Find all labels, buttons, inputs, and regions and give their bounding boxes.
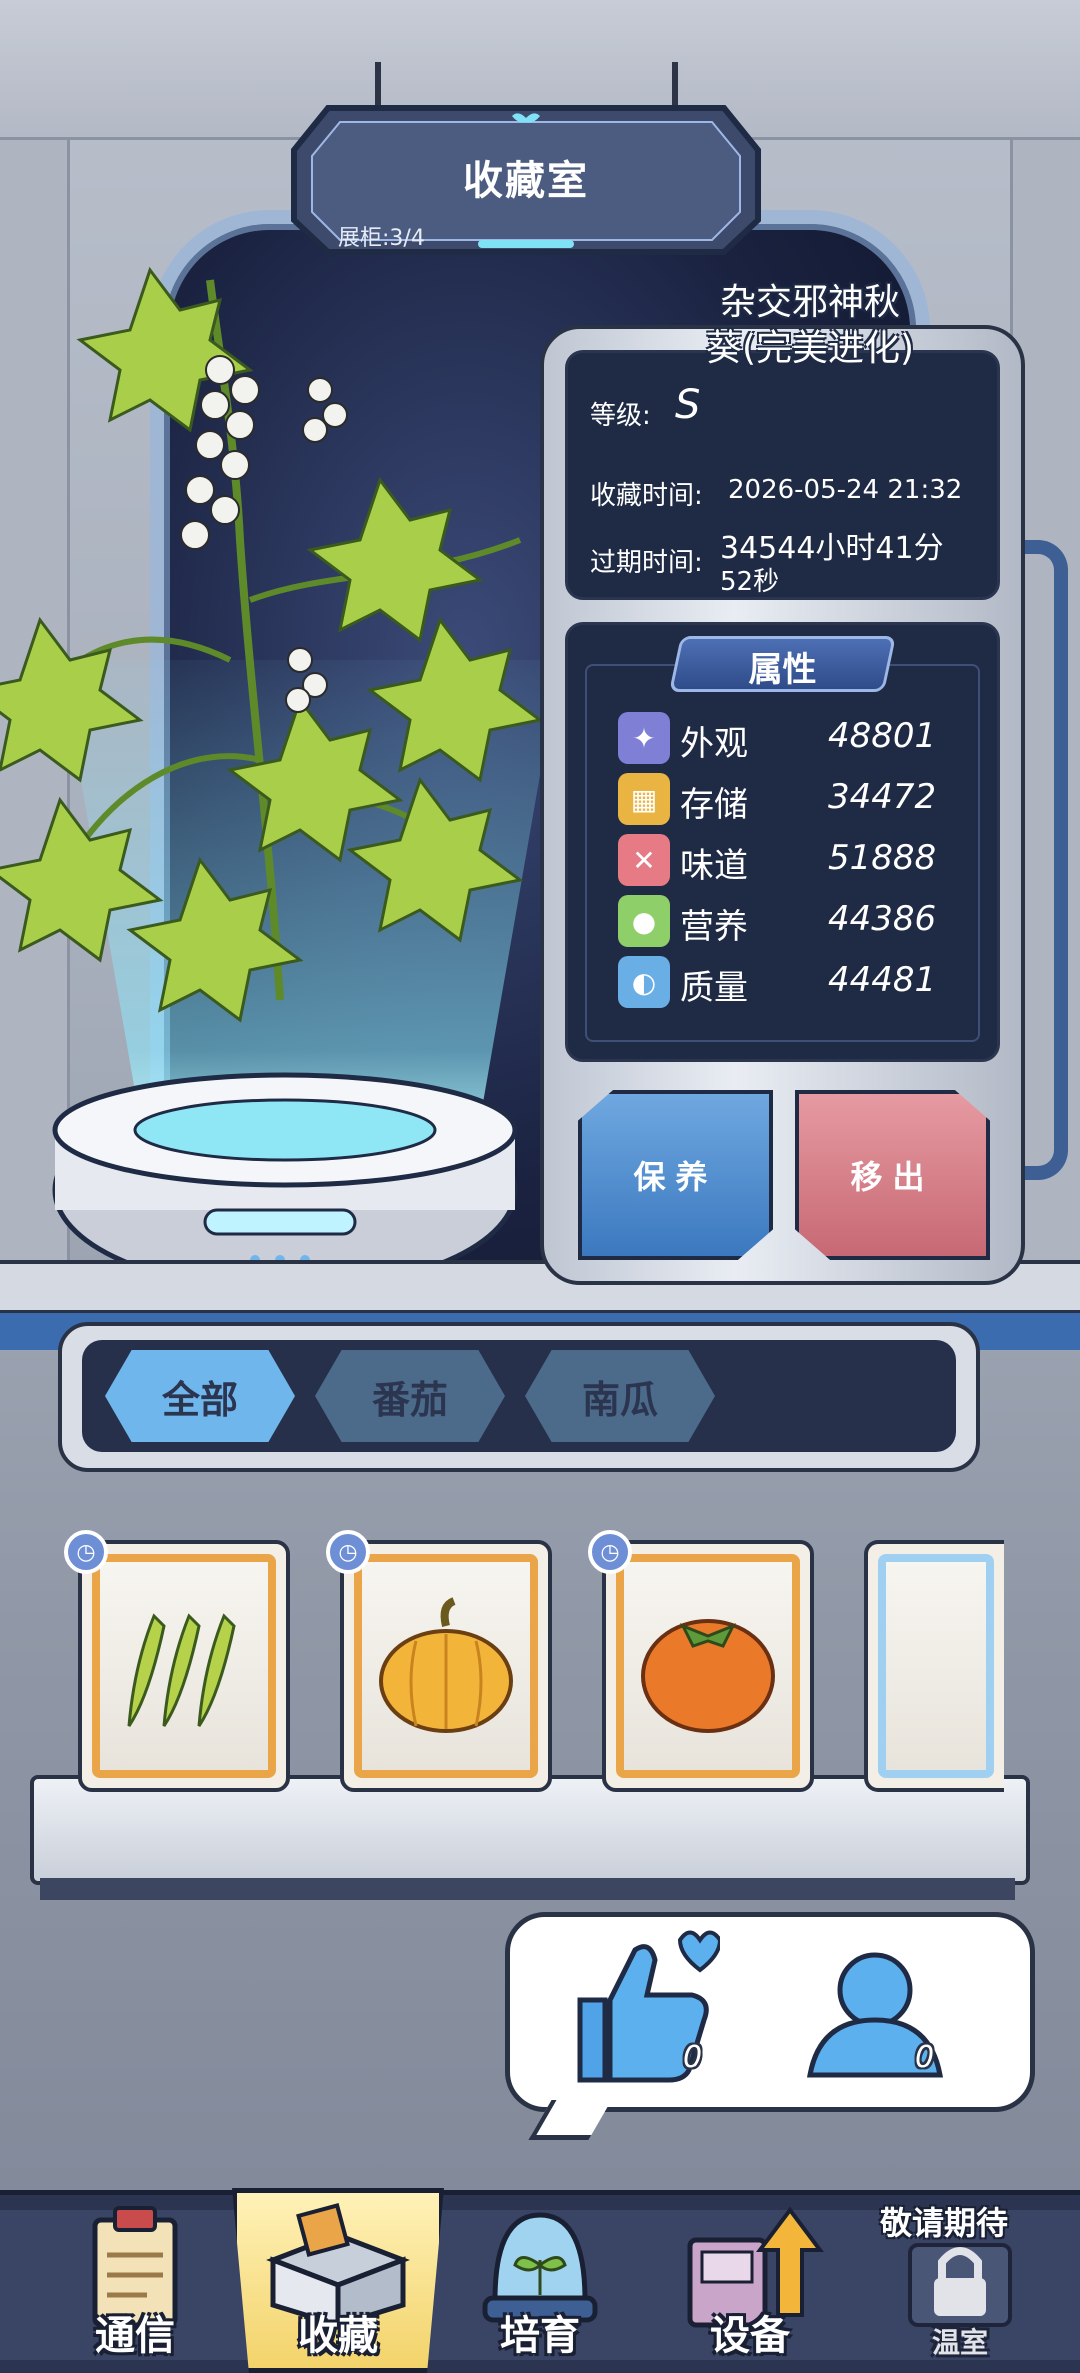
display-pedestal [52, 1072, 518, 1290]
plant-name-line1: 杂交邪神秋 [719, 282, 900, 323]
attribute-name: 存储 [680, 785, 748, 825]
attribute-row-storage: ▦ 存储 34472 [618, 771, 958, 827]
nav-item-cultivation[interactable]: 培育 [450, 2200, 630, 2373]
empty-slot-icon [878, 1554, 994, 1778]
nav-label: 温室 [931, 2326, 988, 2359]
page-title: 收藏室 [463, 158, 589, 204]
maintain-button[interactable]: 保养 [578, 1090, 773, 1260]
attribute-name: 营养 [680, 907, 748, 947]
attribute-value: 34472 [828, 777, 937, 817]
nav-item-equipment[interactable]: 设备 [660, 2200, 840, 2373]
attribute-value: 48801 [828, 716, 937, 756]
collect-time-value: 2026-05-24 21:32 [728, 475, 963, 505]
grade-value: S [675, 382, 701, 428]
nav-label: 收藏 [298, 2313, 378, 2359]
crate-icon: ▦ [618, 773, 670, 825]
plant-hologram-icon[interactable] [0, 240, 560, 1060]
pumpkin-icon [379, 1597, 513, 1733]
nav-item-communication[interactable]: 通信 [45, 2200, 225, 2373]
timer-icon: ◷ [64, 1530, 108, 1574]
coming-soon-label: 敬请期待 [880, 2204, 1009, 2242]
panel-pipe [1018, 540, 1068, 1180]
collection-card-persimmon[interactable] [602, 1540, 814, 1792]
remove-button-label: 移出 [850, 1158, 935, 1196]
sparkle-icon: ✦ [618, 712, 670, 764]
grade-label: 等级: [590, 401, 651, 431]
collection-card-pumpkin[interactable] [340, 1540, 552, 1792]
attribute-name: 外观 [680, 724, 748, 764]
maintain-button-label: 保养 [633, 1158, 718, 1196]
persimmon-icon [641, 1619, 775, 1733]
attribute-name: 味道 [680, 846, 748, 886]
nav-item-collection[interactable]: 收藏 [248, 2200, 428, 2373]
attribute-row-quality: ◐ 质量 44481 [618, 954, 958, 1010]
nav-label: 设备 [710, 2313, 790, 2359]
collection-card-empty[interactable] [864, 1540, 1004, 1792]
utensils-icon: ✕ [618, 834, 670, 886]
timer-icon: ◷ [326, 1530, 370, 1574]
tab-tomato[interactable]: 番茄 [315, 1350, 505, 1442]
expire-time-label: 过期时间: [590, 548, 703, 578]
tab-pumpkin[interactable]: 南瓜 [525, 1350, 715, 1442]
plant-name-line2: 葵(完美进化) [705, 328, 915, 369]
collect-time-label: 收藏时间: [590, 481, 703, 511]
attributes-title: 属性 [748, 650, 817, 690]
attribute-value: 44386 [828, 899, 937, 939]
visitor-count: 0 [915, 2040, 935, 2075]
attribute-value: 51888 [828, 838, 937, 878]
card-shelf-base [40, 1878, 1015, 1900]
attribute-row-nutrition: ● 营养 44386 [618, 893, 958, 949]
like-count: 0 [683, 2040, 703, 2075]
attribute-name: 质量 [680, 968, 748, 1008]
remove-button[interactable]: 移出 [795, 1090, 990, 1260]
muscle-icon: ◐ [618, 956, 670, 1008]
lemon-icon: ● [618, 895, 670, 947]
nav-label: 通信 [95, 2313, 175, 2359]
collection-card-okra[interactable] [78, 1540, 290, 1792]
attribute-row-taste: ✕ 味道 51888 [618, 832, 958, 888]
attribute-value: 44481 [828, 960, 937, 1000]
timer-icon: ◷ [588, 1530, 632, 1574]
tab-all[interactable]: 全部 [105, 1350, 295, 1442]
nav-label: 培育 [500, 2313, 580, 2359]
expire-time-value-line2: 52秒 [720, 567, 780, 597]
attribute-row-appearance: ✦ 外观 48801 [618, 710, 958, 766]
plant-name: 杂交邪神秋 葵(完美进化) [640, 280, 980, 372]
okra-icon [127, 1613, 236, 1727]
